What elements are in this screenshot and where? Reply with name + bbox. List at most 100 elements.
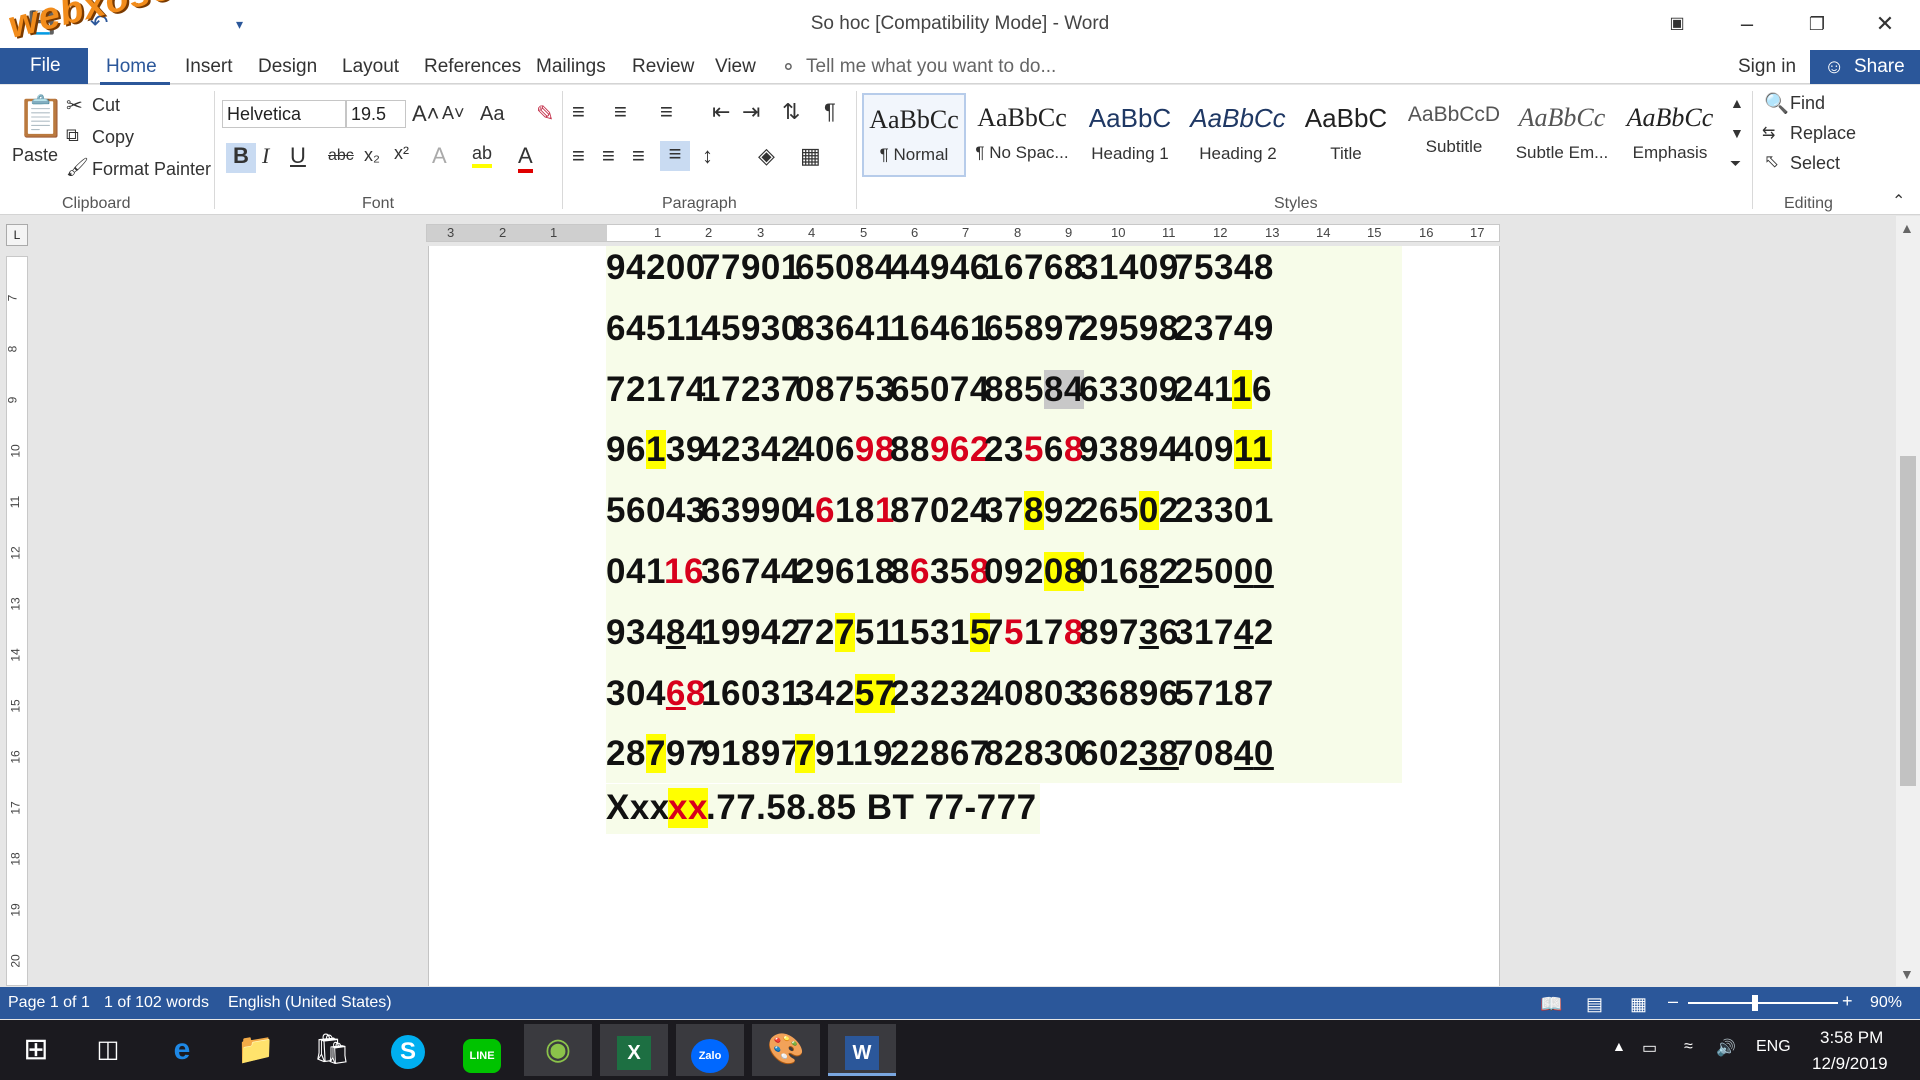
multilevel-list-icon[interactable]: ≡ (660, 99, 673, 125)
sort-icon[interactable]: ⇅ (782, 99, 800, 125)
paste-icon[interactable]: 📋 (16, 93, 66, 140)
clear-formatting-icon[interactable]: ✎ (536, 101, 554, 127)
number-cell[interactable]: 65897 (984, 309, 1084, 349)
volume-icon[interactable]: 🔊 (1716, 1038, 1736, 1058)
style-normal[interactable]: AaBbCc ¶ Normal (862, 93, 966, 177)
change-case-button[interactable]: Aa (480, 103, 504, 126)
format-painter-button[interactable]: Format Painter (92, 159, 211, 180)
subscript-button[interactable]: x₂ (364, 145, 380, 166)
number-cell[interactable]: 23301 (1174, 491, 1274, 531)
number-cell[interactable]: 26502 (1079, 491, 1179, 531)
styles-scroll-up-icon[interactable]: ▲ (1730, 95, 1744, 111)
numbering-icon[interactable]: ≡ (614, 99, 627, 125)
align-left-icon[interactable]: ≡ (572, 143, 585, 169)
paste-button[interactable]: Paste (12, 145, 58, 166)
number-cell[interactable]: 93484 (606, 613, 706, 653)
number-cell[interactable]: 75178 (984, 613, 1084, 653)
tab-design[interactable]: Design (258, 56, 317, 78)
number-cell[interactable]: 01682 (1079, 552, 1179, 592)
file-explorer-icon[interactable]: 📁 (222, 1024, 290, 1076)
number-cell[interactable]: 04116 (606, 552, 704, 592)
number-cell[interactable]: 72751 (795, 612, 895, 653)
number-cell[interactable]: 45930 (701, 309, 801, 349)
style-subtle-emphasis[interactable]: AaBbCc Subtle Em... (1510, 93, 1614, 177)
number-cell[interactable]: 29598 (1079, 309, 1179, 349)
select-button[interactable]: Select (1790, 153, 1840, 174)
strikethrough-button[interactable]: abc (328, 147, 354, 165)
style-no-spacing[interactable]: AaBbCc ¶ No Spac... (970, 93, 1074, 177)
number-cell[interactable]: 65074 (890, 370, 990, 410)
number-cell[interactable]: 29618 (795, 552, 895, 592)
number-cell[interactable]: 19942 (701, 613, 801, 653)
number-cell[interactable]: 72174 (606, 370, 706, 410)
style-title[interactable]: AaBbC Title (1294, 93, 1398, 177)
scroll-up-icon[interactable]: ▲ (1900, 220, 1914, 236)
number-cell[interactable]: 88584 (984, 369, 1084, 410)
number-cell[interactable]: 15315 (890, 612, 990, 653)
internet-explorer-icon[interactable]: e (148, 1024, 216, 1076)
web-layout-icon[interactable]: ▦ (1630, 994, 1647, 1015)
scroll-down-icon[interactable]: ▼ (1900, 966, 1914, 982)
align-right-icon[interactable]: ≡ (632, 143, 645, 169)
cut-button[interactable]: Cut (92, 95, 120, 116)
number-cell[interactable]: 89736 (1079, 613, 1179, 653)
find-button[interactable]: Find (1790, 93, 1825, 114)
print-layout-icon[interactable]: ▤ (1586, 994, 1603, 1015)
number-cell[interactable]: 91897 (701, 734, 801, 774)
number-cell[interactable]: 88962 (890, 430, 990, 470)
number-cell[interactable]: 31409 (1079, 248, 1179, 288)
borders-icon[interactable]: ▦ (800, 143, 821, 169)
style-heading-2[interactable]: AaBbCc Heading 2 (1186, 93, 1290, 177)
number-cell[interactable]: 63309 (1079, 370, 1179, 410)
vertical-ruler[interactable]: 7 8 9 10 11 12 13 14 15 16 17 18 19 20 (5, 256, 28, 986)
read-mode-icon[interactable]: 📖 (1540, 994, 1562, 1015)
decrease-indent-icon[interactable]: ⇤ (712, 99, 730, 125)
zoom-in-icon[interactable]: + (1842, 991, 1853, 1012)
number-cell[interactable]: 79119 (795, 734, 893, 774)
customize-qat-icon[interactable]: ▾ (236, 16, 243, 33)
zoom-out-icon[interactable]: – (1668, 991, 1678, 1012)
font-size-box[interactable]: 19.5 (346, 100, 406, 128)
chrome-browser-icon[interactable]: ◉ (524, 1024, 592, 1076)
store-icon[interactable]: 🛍 (298, 1024, 366, 1076)
number-cell[interactable]: 70840 (1174, 734, 1274, 774)
bullets-icon[interactable]: ≡ (572, 99, 585, 125)
scrollbar-thumb[interactable] (1900, 456, 1916, 786)
clock-time[interactable]: 3:58 PM (1820, 1028, 1883, 1048)
document-page[interactable]: 94200 77901 65084 44946 16768 31409 75348 64511… (428, 246, 1500, 986)
input-language[interactable]: ENG (1756, 1038, 1791, 1056)
style-heading-1[interactable]: AaBbC Heading 1 (1078, 93, 1182, 177)
tab-selector[interactable]: L (6, 224, 28, 246)
shading-icon[interactable]: ◈ (758, 143, 775, 169)
number-cell[interactable]: 40698 (795, 430, 895, 470)
number-cell[interactable]: 36896 (1079, 674, 1179, 714)
number-cell[interactable]: 16461 (890, 309, 990, 349)
number-cell[interactable]: 31742 (1174, 613, 1274, 653)
increase-indent-icon[interactable]: ⇥ (742, 99, 760, 125)
justify-icon[interactable]: ≡ (660, 141, 690, 171)
style-emphasis[interactable]: AaBbCc Emphasis (1618, 93, 1722, 177)
number-cell[interactable]: 24116 (1174, 369, 1272, 410)
number-cell[interactable]: 87024 (890, 491, 990, 531)
tab-insert[interactable]: Insert (185, 56, 233, 78)
highlight-color-icon[interactable]: ab (472, 143, 493, 168)
number-cell[interactable]: 94200 (606, 248, 706, 288)
excel-icon[interactable]: X (600, 1024, 668, 1076)
number-cell[interactable]: 23749 (1174, 309, 1274, 349)
battery-icon[interactable]: ▭ (1642, 1038, 1657, 1058)
skype-icon[interactable]: S (374, 1024, 442, 1076)
tab-file[interactable]: File (0, 48, 88, 84)
styles-more-icon[interactable]: ⏷ (1730, 155, 1741, 172)
number-cell[interactable]: 34257 (795, 673, 895, 714)
number-cell[interactable]: 60238 (1079, 734, 1179, 774)
tab-view[interactable]: View (715, 56, 756, 78)
tab-home[interactable]: Home (106, 56, 157, 78)
number-cell[interactable]: 16768 (984, 248, 1084, 288)
zoom-level[interactable]: 90% (1870, 994, 1902, 1012)
zoom-slider-thumb[interactable] (1752, 995, 1758, 1011)
collapse-ribbon-icon[interactable]: ⌃ (1892, 191, 1905, 211)
bold-button[interactable]: B (226, 143, 256, 173)
clock-date[interactable]: 12/9/2019 (1812, 1054, 1888, 1074)
number-cell[interactable]: 82830 (984, 734, 1084, 774)
superscript-button[interactable]: x² (394, 143, 409, 164)
